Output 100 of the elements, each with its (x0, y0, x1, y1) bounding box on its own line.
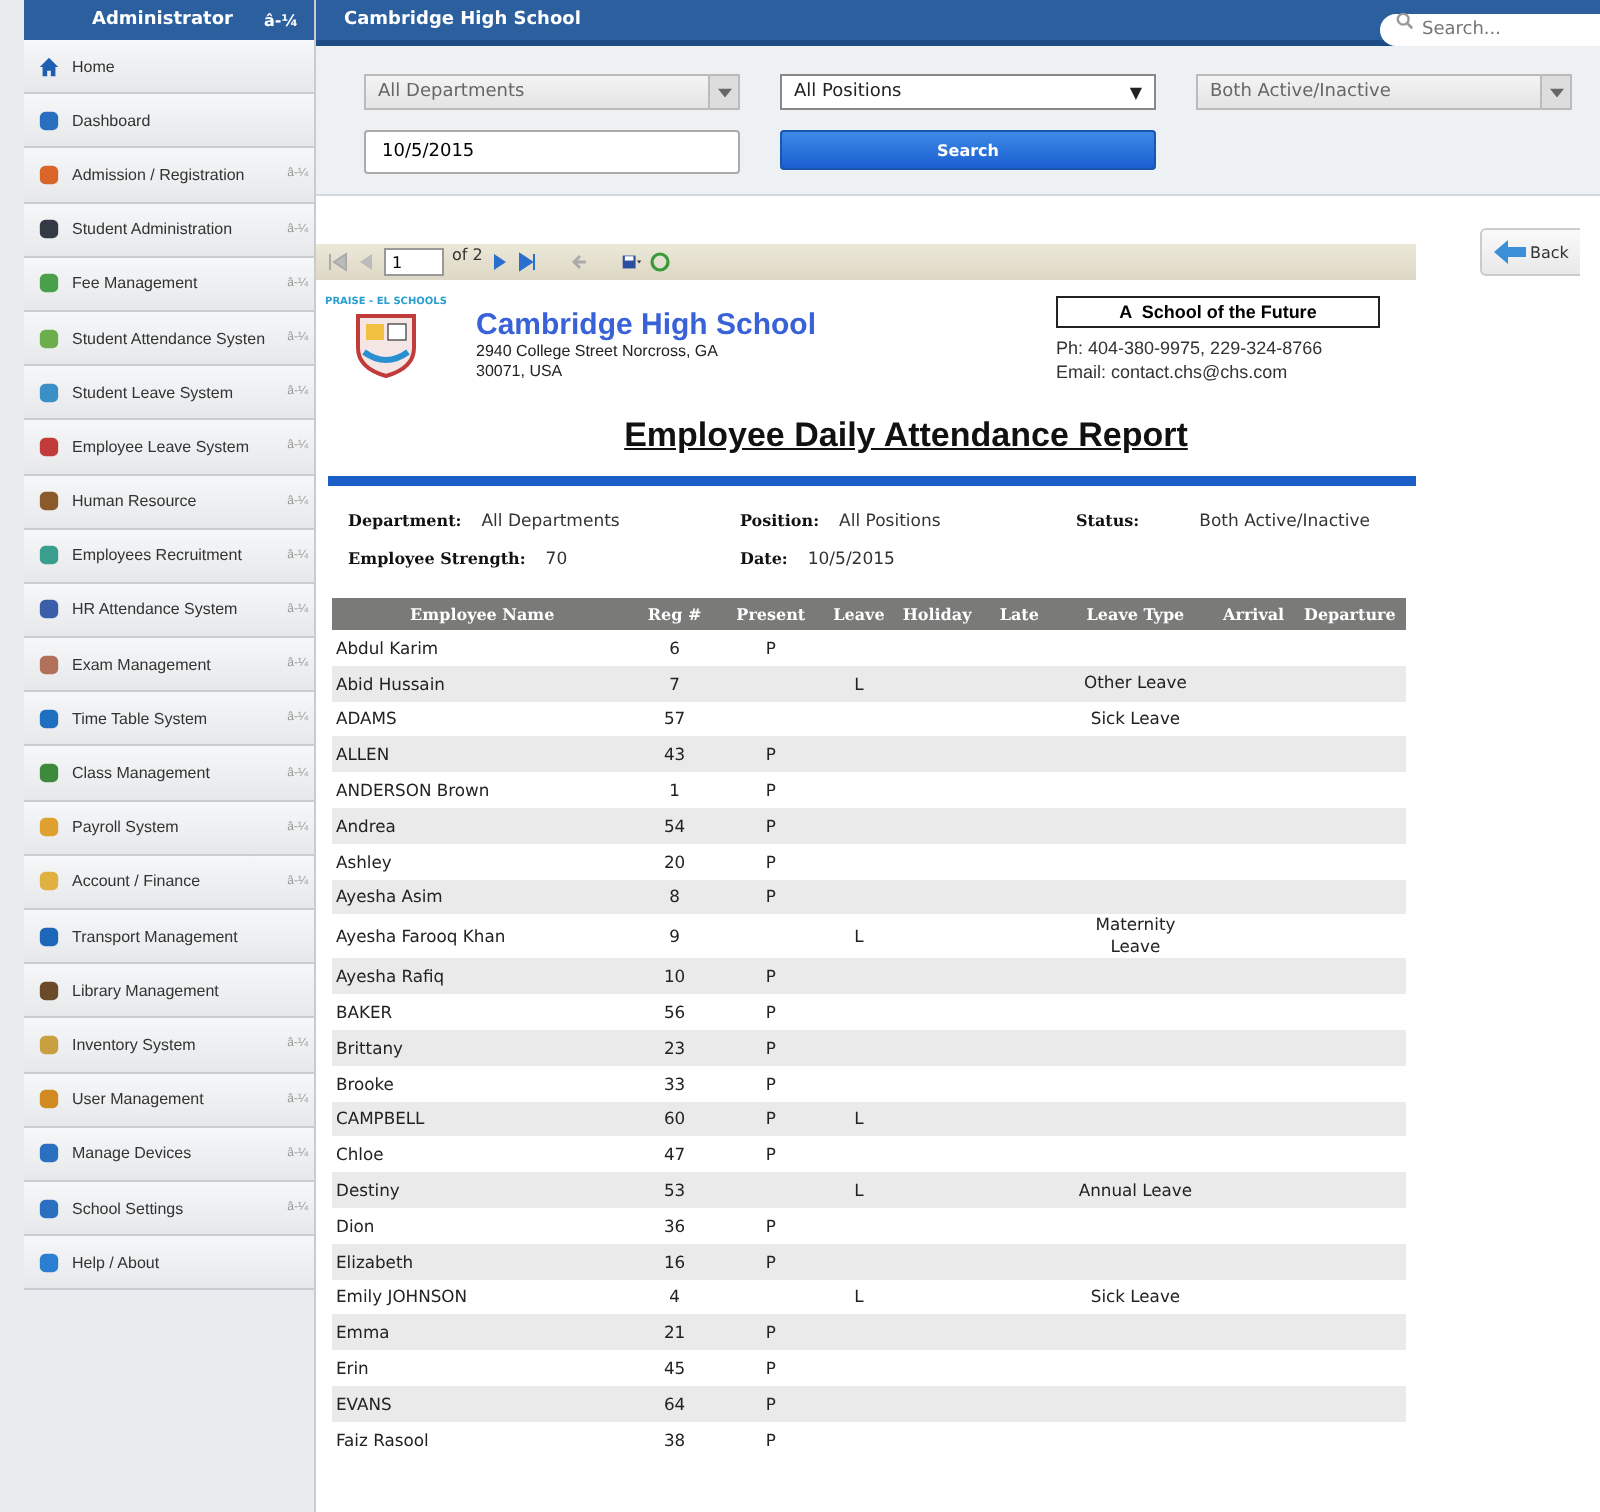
caret-text[interactable]: â-¼ (264, 11, 298, 29)
table-cell: P (765, 1002, 776, 1023)
table-cell: Brittany (336, 1037, 403, 1058)
table-cell: Brooke (336, 1073, 394, 1094)
table-cell: EVANS (336, 1393, 392, 1414)
position-dropdown[interactable]: All Positions ▼ (780, 74, 1156, 110)
table-cell: 1 (669, 780, 680, 801)
caret-icon (717, 87, 731, 97)
table-cell: P (765, 1215, 776, 1236)
tile-icon (38, 435, 60, 458)
sidebar-item[interactable]: Transport Management (24, 910, 314, 965)
search-button[interactable]: Search (780, 130, 1156, 170)
sidebar-item[interactable]: Home (24, 40, 314, 95)
school-title: Cambridge High School (344, 10, 581, 30)
tile-icon (38, 327, 60, 350)
table-cell: 33 (663, 1073, 686, 1094)
table-cell: 60 (663, 1108, 686, 1129)
table-cell: 43 (663, 744, 686, 765)
table-cell: 10 (663, 966, 686, 987)
table-cell: P (765, 1393, 776, 1414)
tile-icon (38, 1088, 60, 1111)
table-cell: Destiny (336, 1180, 400, 1201)
sidebar-item[interactable]: Library Management (24, 964, 314, 1019)
table-cell: L (854, 1286, 864, 1307)
table-cell: P (765, 637, 776, 658)
table-cell: 21 (663, 1322, 686, 1343)
tile-icon (38, 1197, 60, 1220)
table-cell: P (765, 1322, 776, 1343)
table-cell: P (765, 1037, 776, 1058)
search-field[interactable]: Search... (1380, 14, 1600, 46)
tile-icon (38, 598, 60, 621)
status-dropdown[interactable]: Both Active/Inactive (1196, 74, 1572, 110)
field-label: Department: (348, 510, 462, 530)
next-page-icon[interactable] (490, 252, 511, 272)
table-cell: P (765, 851, 776, 872)
table-cell: L (854, 1180, 864, 1201)
tile-icon (38, 544, 60, 567)
tile-icon (38, 1142, 60, 1165)
field-label: Status: (1076, 510, 1140, 530)
table-cell: 23 (663, 1037, 686, 1058)
table-cell: 38 (663, 1429, 686, 1450)
back-button[interactable]: Back (1480, 228, 1581, 276)
column-header: Departure (1293, 598, 1406, 630)
table-cell: Annual Leave (1078, 1179, 1193, 1202)
table-cell: L (854, 926, 864, 947)
table-cell: 7 (669, 673, 680, 694)
table-cell: P (765, 1251, 776, 1272)
page-count: of 2 (452, 246, 483, 264)
sidebar-item[interactable]: Dashboard (24, 94, 314, 149)
table-cell: L (854, 1108, 864, 1129)
save-icon[interactable] (622, 252, 643, 272)
table-cell: 6 (669, 637, 680, 658)
table-cell: P (765, 1429, 776, 1450)
tile-icon (38, 925, 60, 948)
address-line: 30071, USA (476, 362, 565, 382)
column-header: Present (716, 598, 825, 630)
table-cell: Emily JOHNSON (336, 1286, 468, 1307)
field-label: Position: (740, 510, 820, 530)
tile-icon (38, 163, 60, 186)
user-role: Administrator (92, 10, 233, 30)
table-cell: Abid Hussain (336, 673, 445, 694)
sidebar-item[interactable]: Help / About (24, 1236, 314, 1291)
table-cell: 45 (663, 1358, 686, 1379)
field-label: Employee Strength: (348, 548, 526, 568)
date-field[interactable]: 10/5/2015 (364, 130, 740, 174)
column-header: Leave (824, 598, 893, 630)
table-cell: 47 (663, 1144, 686, 1165)
table-cell: Ashley (336, 851, 392, 872)
table-cell: Ayesha Rafiq (336, 966, 445, 987)
tile-icon (38, 979, 60, 1002)
table-cell: 56 (663, 1002, 686, 1023)
table-cell: Ayesha Asim (336, 886, 443, 907)
field-value: 70 (545, 550, 568, 570)
table-cell: Sick Leave (1090, 707, 1181, 730)
table-cell: P (765, 780, 776, 801)
table-cell: Sick Leave (1090, 1285, 1181, 1308)
table-cell: ALLEN (336, 744, 390, 765)
first-page-icon[interactable] (328, 252, 348, 272)
tile-icon (38, 272, 60, 295)
table-cell: Other Leave (1084, 672, 1187, 695)
column-header: Employee Name (332, 598, 633, 630)
table-cell: Andrea (336, 815, 396, 836)
last-page-icon[interactable] (518, 252, 539, 272)
table-cell: P (765, 1144, 776, 1165)
column-header: Holiday (893, 598, 982, 630)
tile-icon (38, 1033, 60, 1056)
field-value: Both Active/Inactive (1199, 512, 1370, 532)
field-label: Date: (740, 548, 788, 568)
table-cell: 54 (663, 815, 686, 836)
table-cell: 64 (663, 1393, 686, 1414)
tile-icon (38, 109, 60, 132)
department-dropdown[interactable]: All Departments (364, 74, 740, 110)
table-cell: P (765, 744, 776, 765)
page-number-field[interactable]: 1 (384, 248, 444, 276)
back-arrow-icon[interactable] (570, 252, 591, 272)
table-cell: P (765, 1358, 776, 1379)
previous-page-icon[interactable] (356, 252, 376, 272)
table-cell: 4 (669, 1286, 680, 1307)
table-cell: L (854, 673, 864, 694)
tile-icon (38, 490, 60, 513)
